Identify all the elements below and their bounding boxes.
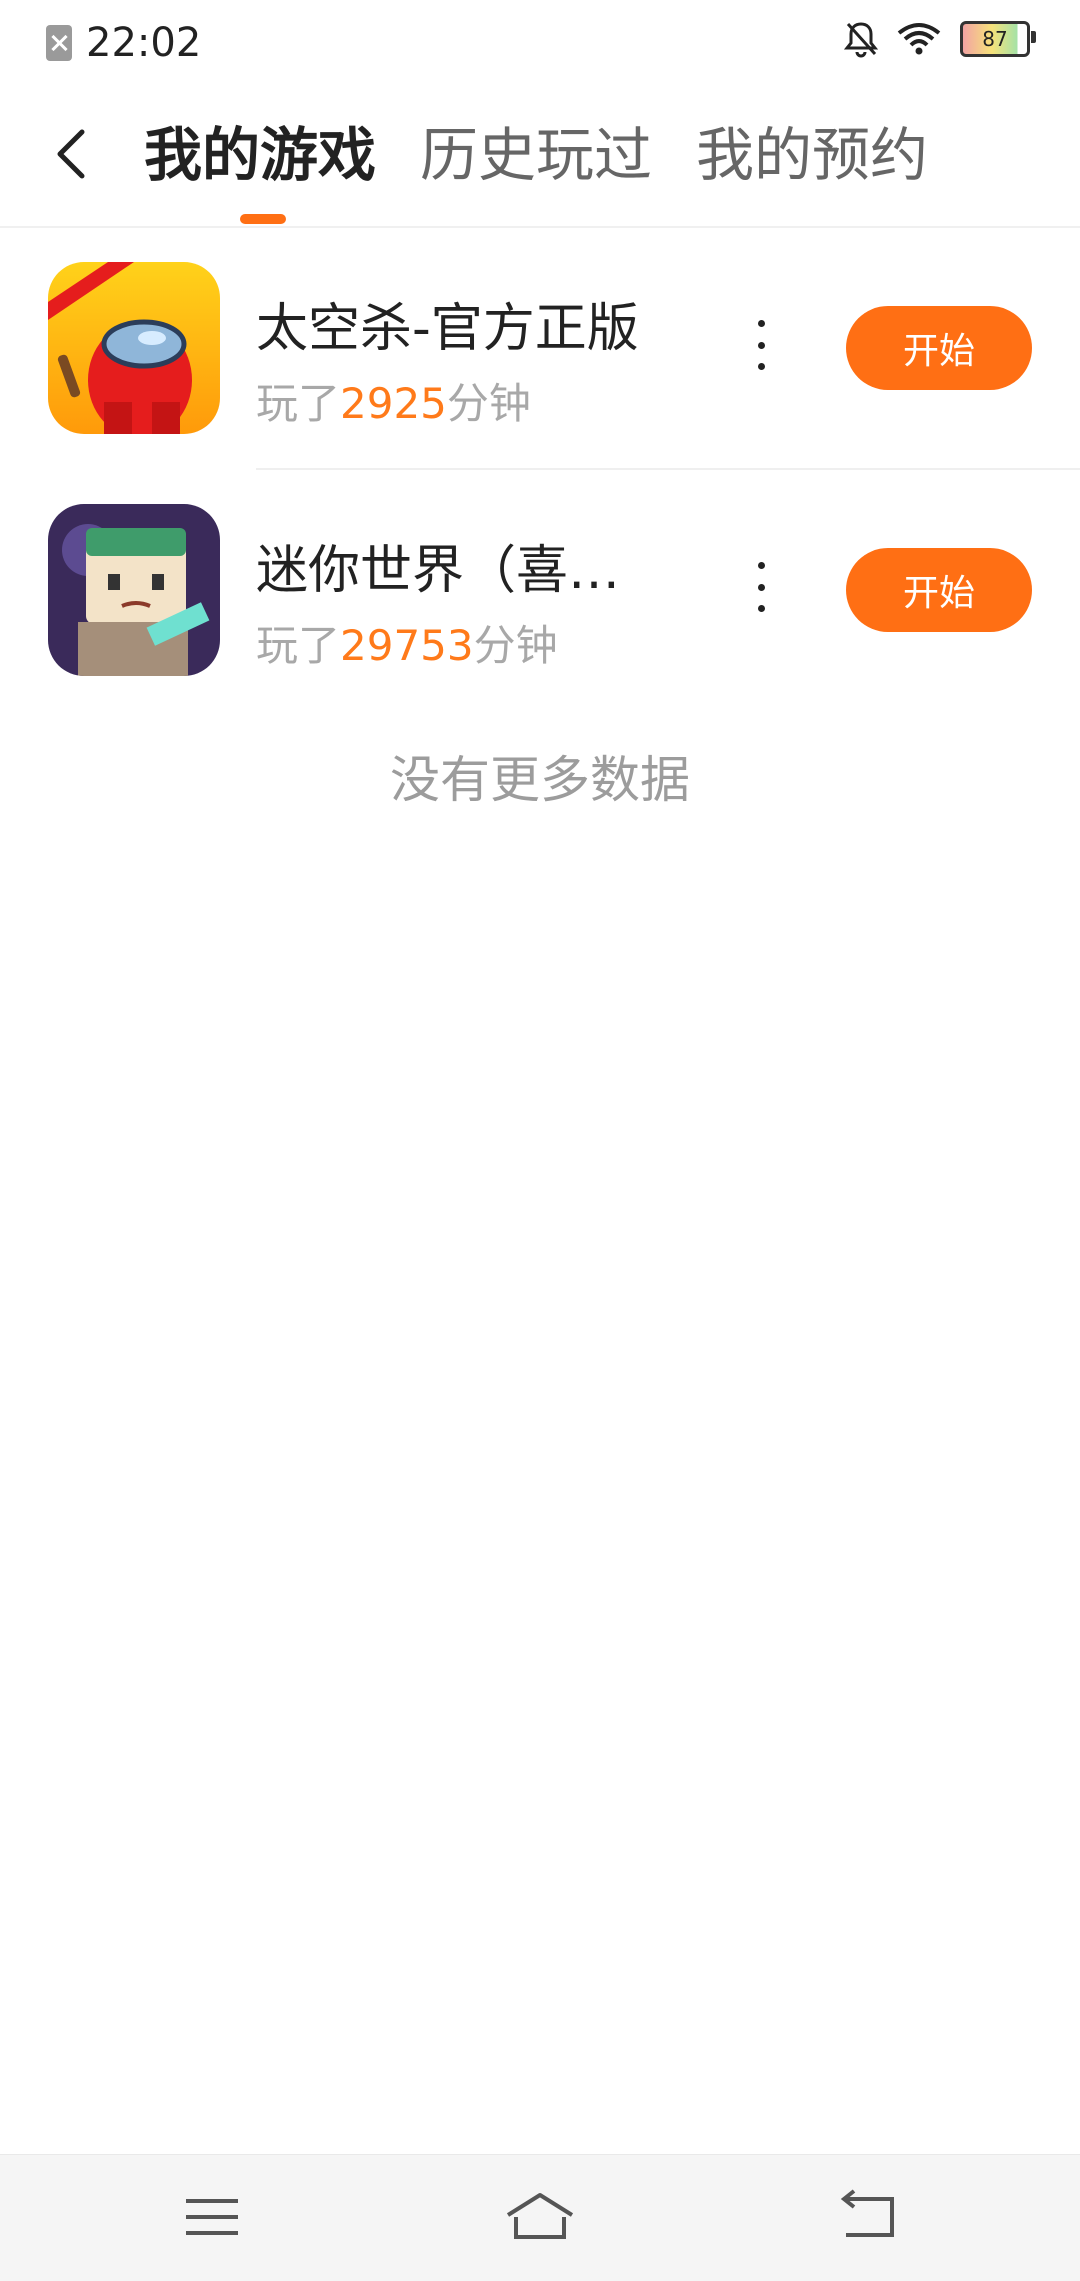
tab-my-reservations[interactable]: 我的预约 [696,120,928,190]
mute-bell-icon [844,22,878,58]
start-button[interactable]: 开始 [846,306,1032,390]
play-time-suffix: 分钟 [473,621,558,670]
tab-history-played[interactable]: 历史玩过 [420,120,652,190]
battery-level: 87 [982,27,1008,51]
play-time: 玩了2925分钟 [256,370,531,431]
status-bar: 22:02 87 [0,0,1080,84]
tab-my-games[interactable]: 我的游戏 [144,120,376,190]
list-item[interactable]: 迷你世界（喜… 玩了29753分钟 开始 [0,470,1080,712]
play-time: 玩了29753分钟 [256,612,558,673]
back-arrow-icon[interactable] [48,124,98,184]
more-options-icon[interactable] [746,562,776,612]
no-more-data-text: 没有更多数据 [390,751,690,809]
list-item[interactable]: 太空杀-官方正版 玩了2925分钟 开始 [0,228,1080,470]
game-title: 太空杀-官方正版 [256,299,639,359]
more-options-icon[interactable] [746,320,776,370]
game-icon-space-kill[interactable] [48,262,220,434]
game-title: 迷你世界（喜… [256,541,621,601]
home-icon[interactable] [500,2187,580,2247]
status-left: 22:02 [46,20,201,66]
menu-icon[interactable] [172,2187,252,2247]
play-time-suffix: 分钟 [446,379,531,428]
header: 我的游戏 历史玩过 我的预约 [0,84,1080,228]
play-minutes: 29753 [340,621,474,670]
back-nav-icon[interactable] [828,2187,908,2247]
play-time-prefix: 玩了 [256,379,341,428]
play-minutes: 2925 [340,379,447,428]
play-time-prefix: 玩了 [256,621,341,670]
wifi-icon [897,23,941,55]
system-nav-bar [0,2154,1080,2281]
game-icon-mini-world[interactable] [48,504,220,676]
status-right: 87 [844,20,1036,58]
battery-icon: 87 [960,21,1036,57]
active-tab-indicator [240,214,286,224]
no-sim-icon [46,25,72,61]
start-button[interactable]: 开始 [846,548,1032,632]
clock: 22:02 [86,20,202,66]
